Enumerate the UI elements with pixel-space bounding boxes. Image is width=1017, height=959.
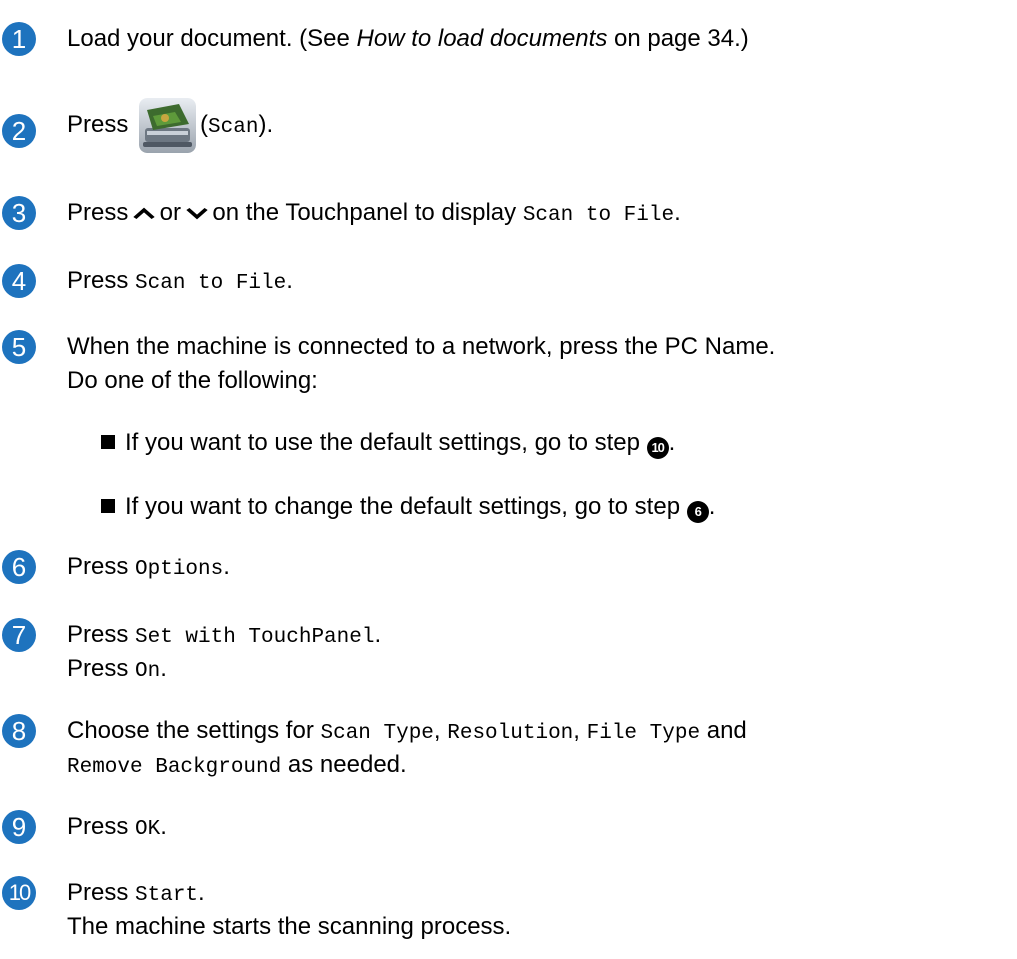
text: ). bbox=[258, 111, 274, 138]
text: , bbox=[433, 717, 448, 744]
step-text: Load your document. (See How to load doc… bbox=[67, 22, 749, 56]
step-text: Press On. bbox=[67, 652, 167, 689]
step-number: 5 bbox=[2, 330, 36, 364]
text: and bbox=[700, 717, 747, 744]
bullet-item: If you want to use the default settings,… bbox=[101, 426, 675, 460]
code-text: Set with TouchPanel bbox=[135, 626, 375, 649]
text: Press bbox=[67, 813, 136, 840]
code-text: OK bbox=[135, 818, 161, 841]
step-text: Press Set with TouchPanel. bbox=[67, 618, 381, 655]
step-text: Do one of the following: bbox=[67, 367, 318, 394]
chevron-up-icon[interactable] bbox=[132, 197, 155, 231]
scan-label: Scan bbox=[208, 116, 259, 139]
step-text: Press OK. bbox=[67, 810, 167, 847]
text: Press bbox=[67, 267, 136, 294]
step-text: Press Options. bbox=[67, 550, 230, 587]
text: . bbox=[198, 879, 205, 906]
step-number: 7 bbox=[2, 618, 36, 652]
step-number: 3 bbox=[2, 196, 36, 230]
step-number: 8 bbox=[2, 714, 36, 748]
text: If you want to use the default settings,… bbox=[125, 429, 647, 456]
text: . bbox=[223, 553, 230, 580]
code-text: Remove Background bbox=[67, 756, 282, 779]
text: on page 34.) bbox=[607, 25, 749, 52]
step-number: 9 bbox=[2, 810, 36, 844]
step-number: 1 bbox=[2, 22, 36, 56]
step-text: Press Scan to File. bbox=[67, 264, 293, 301]
code-text: Resolution bbox=[447, 722, 574, 745]
step-text: When the machine is connected to a netwo… bbox=[67, 333, 776, 360]
text: If you want to change the default settin… bbox=[125, 493, 687, 520]
reference-link[interactable]: How to load documents bbox=[357, 25, 608, 52]
code-text: File Type bbox=[586, 722, 701, 745]
text: . bbox=[374, 621, 382, 648]
text: Press bbox=[67, 879, 136, 906]
step-text: Press (Scan). bbox=[67, 92, 273, 161]
step-text: Choose the settings for Scan Type, Resol… bbox=[67, 714, 747, 751]
text: Press bbox=[67, 553, 136, 580]
text: . bbox=[708, 493, 716, 520]
bullet-square bbox=[101, 499, 115, 513]
chevron-down-icon[interactable] bbox=[185, 197, 208, 231]
code-text: Scan to File bbox=[522, 204, 675, 227]
step-text: Press Start. bbox=[67, 876, 205, 913]
text: Press bbox=[67, 111, 129, 138]
text: as needed. bbox=[281, 751, 407, 778]
step-number: 6 bbox=[2, 550, 36, 584]
bullet-square bbox=[101, 435, 115, 449]
text: Press bbox=[67, 621, 136, 648]
text: on the Touchpanel to display bbox=[205, 199, 523, 226]
step-number: 10 bbox=[2, 876, 36, 910]
code-text: On bbox=[135, 660, 161, 683]
scanner-icon[interactable] bbox=[139, 98, 197, 154]
step-number: 4 bbox=[2, 264, 36, 298]
step-text: The machine starts the scanning process. bbox=[67, 913, 512, 940]
text: . bbox=[668, 429, 676, 456]
bullet-item: If you want to change the default settin… bbox=[101, 490, 715, 524]
text: Load your document. (See bbox=[67, 25, 357, 52]
step-number: 2 bbox=[2, 114, 36, 148]
text: . bbox=[160, 655, 167, 682]
text: Press bbox=[67, 655, 136, 682]
text: Press bbox=[67, 199, 136, 226]
text: . bbox=[674, 199, 681, 226]
text: Choose the settings for bbox=[67, 717, 321, 744]
code-text: Options bbox=[135, 558, 224, 581]
text: , bbox=[573, 717, 587, 744]
step-text: Press or on the Touchpanel to display Sc… bbox=[67, 196, 681, 233]
code-text: Scan to File bbox=[135, 272, 287, 295]
text: . bbox=[286, 267, 293, 294]
step-ref-badge: 10 bbox=[646, 437, 669, 459]
step-ref-badge: 6 bbox=[686, 501, 709, 523]
code-text: Start bbox=[135, 884, 199, 907]
text: or bbox=[153, 199, 188, 226]
text: . bbox=[160, 813, 167, 840]
code-text: Scan Type bbox=[320, 722, 434, 745]
step-text: Remove Background as needed. bbox=[67, 748, 407, 785]
